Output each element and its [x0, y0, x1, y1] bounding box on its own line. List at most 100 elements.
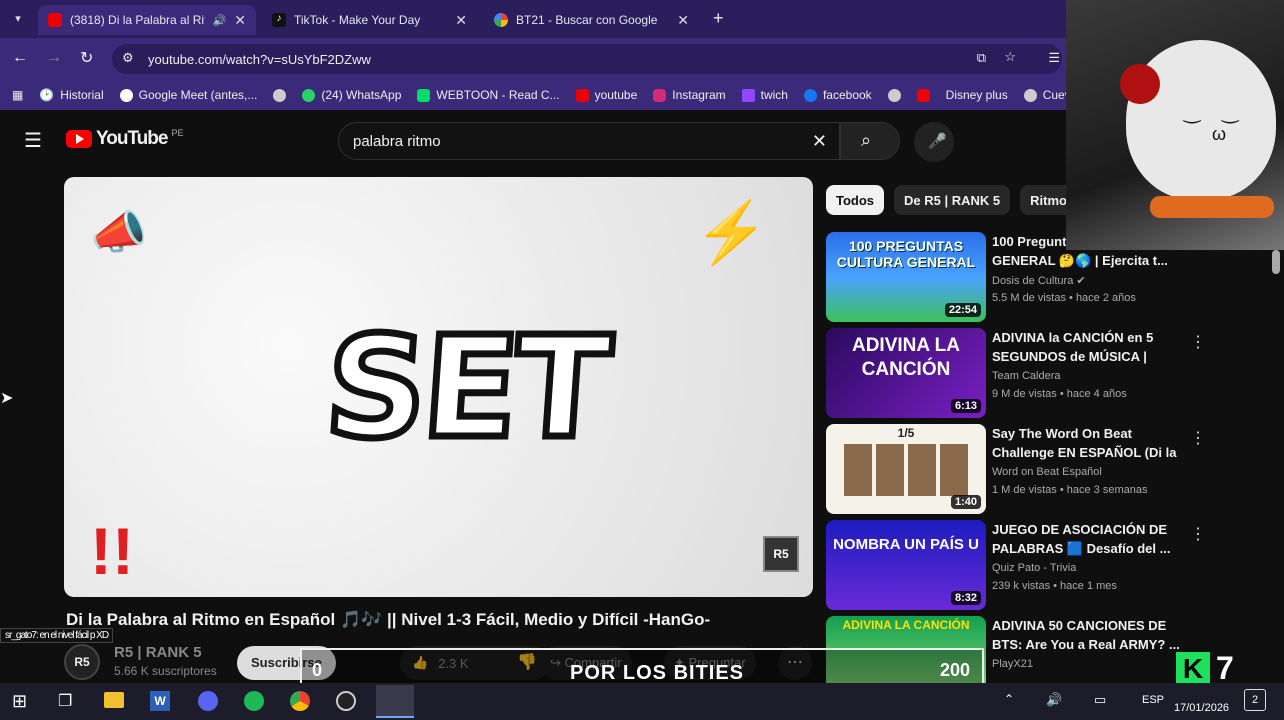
k-logo-icon: K — [1176, 651, 1210, 686]
video-thumbnail[interactable]: NOMBRA UN PAÍS U 8:32 — [826, 520, 986, 610]
search-query: palabra ritmo — [353, 132, 441, 150]
back-icon[interactable]: ← — [12, 49, 28, 67]
volume-icon[interactable]: 🔊 — [1046, 692, 1062, 708]
recommendation-item[interactable]: ADIVINA LA CANCIÓN 6:13 ADIVINA la CANCI… — [826, 328, 1266, 420]
tab-tiktok[interactable]: ♪ TikTok - Make Your Day ✕ — [262, 5, 477, 35]
clear-search-icon[interactable]: ✕ — [812, 131, 827, 152]
close-tab-icon[interactable]: ✕ — [234, 12, 246, 29]
channel-avatar[interactable]: R5 — [64, 644, 100, 680]
facebook-icon — [803, 88, 817, 102]
bookmark-instagram[interactable]: Instagram — [645, 88, 733, 102]
apps-grid-icon[interactable]: ▦ — [0, 88, 31, 102]
rec-title: ADIVINA 50 CANCIONES DE BTS: Are You a R… — [992, 618, 1180, 652]
battery-icon[interactable]: ▭ — [1094, 692, 1106, 708]
forward-icon[interactable]: → — [46, 49, 62, 67]
audio-playing-icon[interactable]: 🔊 — [213, 14, 227, 27]
rec-channel: Team Caldera — [992, 370, 1061, 382]
tab-google[interactable]: BT21 - Buscar con Google ✕ — [484, 5, 699, 35]
duration-badge: 6:13 — [950, 399, 981, 413]
more-options-icon[interactable]: ⋮ — [1190, 332, 1206, 352]
rec-meta: 9 M de vistas • hace 4 años — [992, 388, 1127, 400]
chip-todos[interactable]: Todos — [826, 185, 885, 215]
video-player[interactable]: 📣 ⚡ SET !! R5 — [64, 177, 813, 597]
bookmark-whatsapp[interactable]: (24) WhatsApp — [294, 88, 409, 102]
recommendation-item[interactable]: 1/5 1:40 Say The Word On Beat Challenge … — [826, 424, 1266, 516]
tiktok-favicon-icon: ♪ — [272, 13, 286, 27]
obs-icon[interactable] — [336, 691, 356, 711]
webcam-overlay: ‿‿ ω — [1066, 0, 1284, 250]
thumbnail-grid — [844, 444, 968, 496]
bookmark-webtoon[interactable]: WEBTOON - Read C... — [409, 88, 567, 102]
bookmark-globe-2[interactable] — [880, 88, 909, 102]
scrollbar-thumb[interactable] — [1272, 250, 1280, 274]
new-tab-button[interactable]: + — [713, 8, 724, 29]
recommendation-item[interactable]: NOMBRA UN PAÍS U 8:32 JUEGO DE ASOCIACIÓ… — [826, 520, 1266, 612]
word-icon[interactable]: W — [150, 691, 170, 711]
site-info-icon[interactable]: ⚙ — [122, 50, 134, 66]
youtube-logo[interactable]: YouTube PE — [66, 128, 183, 150]
language-indicator[interactable]: ESP — [1142, 694, 1164, 706]
bookmark-historial[interactable]: 🕑 Historial — [31, 88, 111, 102]
whatsapp-icon — [302, 88, 316, 102]
bookmark-twitch[interactable]: twich — [734, 88, 796, 102]
rec-channel: Dosis de Cultura ✔ — [992, 275, 1086, 287]
banner-text: POR LOS BITIES — [570, 662, 745, 684]
video-overlay-text: SET — [317, 304, 615, 474]
more-options-icon[interactable]: ⋮ — [1190, 524, 1206, 544]
rec-title: Say The Word On Beat Challenge EN ESPAÑO… — [992, 426, 1177, 460]
banner-right-counter: 200 — [939, 660, 970, 680]
task-view-icon[interactable]: ❐ — [58, 691, 72, 711]
webtoon-icon — [417, 88, 431, 102]
spotify-icon[interactable] — [244, 691, 264, 711]
history-icon: 🕑 — [39, 88, 55, 102]
more-options-icon[interactable]: ⋮ — [1190, 428, 1206, 448]
menu-icon[interactable]: ☰ — [24, 128, 42, 153]
channel-name[interactable]: R5 | RANK 5 — [114, 644, 202, 661]
close-tab-icon[interactable]: ✕ — [455, 12, 467, 29]
plush-ear — [1120, 64, 1160, 104]
bookmark-globe[interactable] — [265, 88, 294, 102]
reading-list-icon[interactable]: ☰ — [1048, 50, 1060, 66]
url-bar[interactable]: ⚙ youtube.com/watch?v=sUsYbF2DZww ⧉ ☆ ☰ — [112, 44, 1062, 74]
voice-search-button[interactable]: 🎤 — [914, 122, 954, 162]
install-app-icon[interactable]: ⧉ — [977, 50, 986, 66]
youtube-header: ☰ YouTube PE palabra ritmo ✕ ⌕ 🎤 — [0, 114, 1066, 168]
tab-label: BT21 - Buscar con Google — [516, 13, 658, 27]
bookmark-disney[interactable]: Disney plus — [938, 88, 1016, 102]
search-button[interactable]: ⌕ — [840, 122, 900, 160]
windows-start-icon[interactable]: ⊞ — [12, 691, 27, 712]
subscriber-count: 5.66 K suscriptores — [114, 664, 217, 678]
tab-list-chevron-icon[interactable]: ▾ — [8, 9, 28, 29]
video-title: Di la Palabra al Ritmo en Español 🎵🎶 || … — [66, 610, 711, 629]
plush-nose-icon: ω — [1212, 124, 1227, 144]
google-icon — [119, 88, 133, 102]
chrome-icon[interactable] — [290, 691, 310, 711]
windows-taskbar: ⊞ ❐ W ⌃ 🔊 ▭ ESP 17/01/2026 2 — [0, 683, 1284, 720]
clock-date[interactable]: 17/01/2026 — [1174, 702, 1229, 714]
microphone-icon: 🎤 — [928, 133, 947, 150]
bookmark-star-icon[interactable]: ☆ — [1004, 49, 1016, 65]
exclamation-icon: !! — [90, 514, 134, 588]
browser-tab-strip: ▾ (3818) Di la Palabra al Ritmo 🔊 ✕ ♪ Ti… — [0, 0, 1066, 38]
bookmark-facebook[interactable]: facebook — [796, 88, 880, 102]
bookmark-google-meet[interactable]: Google Meet (antes,... — [112, 88, 266, 102]
notifications-icon[interactable]: 2 — [1244, 689, 1266, 711]
bookmark-youtube-2[interactable] — [909, 88, 938, 102]
tab-youtube[interactable]: (3818) Di la Palabra al Ritmo 🔊 ✕ — [38, 5, 256, 35]
reload-icon[interactable]: ↻ — [80, 48, 93, 68]
youtube-favicon-icon — [48, 13, 62, 27]
bookmark-youtube[interactable]: youtube — [568, 88, 646, 102]
video-thumbnail[interactable]: 1/5 1:40 — [826, 424, 986, 514]
video-thumbnail[interactable]: 100 PREGUNTAS CULTURA GENERAL 22:54 — [826, 232, 986, 322]
search-input[interactable]: palabra ritmo ✕ — [338, 122, 840, 160]
tab-label: TikTok - Make Your Day — [294, 13, 421, 27]
close-tab-icon[interactable]: ✕ — [677, 12, 689, 29]
chrome-active-icon[interactable] — [376, 685, 414, 718]
chip-de-r5[interactable]: De R5 | RANK 5 — [894, 185, 1011, 215]
tray-chevron-icon[interactable]: ⌃ — [1004, 692, 1014, 706]
banner-left-counter: 0 — [312, 660, 323, 680]
file-explorer-icon[interactable] — [104, 692, 124, 708]
discord-icon[interactable] — [198, 691, 218, 711]
video-thumbnail[interactable]: ADIVINA LA CANCIÓN 6:13 — [826, 328, 986, 418]
filter-chips: Todos De R5 | RANK 5 Ritmos — [826, 185, 1085, 215]
